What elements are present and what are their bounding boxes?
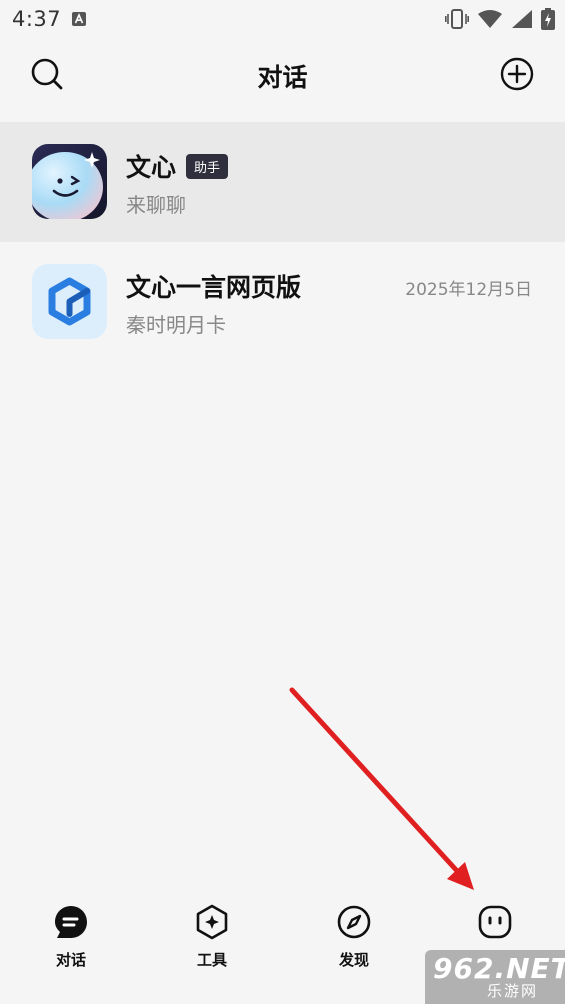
status-time: 4:37	[12, 7, 62, 31]
moon-face-avatar-icon	[32, 144, 107, 219]
cube-logo-icon	[32, 264, 107, 339]
watermark-sub: 乐游网	[487, 982, 539, 1000]
conversation-item-wenxin-web[interactable]: 文心一言网页版 秦时明月卡 2025年12月5日	[0, 242, 565, 362]
a-text-icon	[72, 12, 87, 26]
conversation-subtitle: 秦时明月卡	[126, 313, 226, 337]
tab-tools[interactable]: 工具	[152, 904, 272, 984]
conversation-name: 文心 助手	[126, 148, 229, 184]
conversation-list: 文心 助手 来聊聊 文心一言网页版 秦时明月卡 2025年12月5日	[0, 122, 565, 362]
wifi-icon	[478, 10, 502, 28]
conversation-name-text: 文心	[126, 153, 177, 182]
vibrate-icon	[445, 9, 469, 29]
status-left: 4:37	[12, 7, 87, 31]
status-right	[445, 8, 555, 30]
tab-chat[interactable]: 对话	[11, 904, 131, 984]
watermark: 962.NET 乐游网	[425, 950, 565, 1004]
sparkle-hexagon-icon	[196, 904, 228, 940]
conversation-subtitle: 来聊聊	[126, 193, 186, 217]
page-title: 对话	[257, 63, 308, 92]
status-bar: 4:37	[0, 0, 565, 38]
assistant-badge: 助手	[186, 154, 229, 179]
chat-bubble-icon	[55, 906, 87, 938]
avatar	[32, 144, 107, 219]
conversation-name: 文心一言网页版	[126, 273, 302, 302]
tab-discover[interactable]: 发现	[294, 904, 414, 984]
compass-icon	[337, 905, 371, 939]
avatar	[32, 264, 107, 339]
plus-circle-icon[interactable]	[499, 56, 535, 92]
app-header: 对话	[0, 38, 565, 116]
signal-icon	[512, 10, 532, 28]
tab-label: 发现	[338, 951, 369, 969]
tab-label: 对话	[55, 951, 86, 969]
conversation-time: 2025年12月5日	[405, 280, 532, 300]
face-icon	[478, 905, 512, 939]
battery-charging-icon	[541, 8, 555, 30]
conversation-item-wenxin[interactable]: 文心 助手 来聊聊	[0, 122, 565, 242]
tab-label: 工具	[196, 951, 227, 969]
